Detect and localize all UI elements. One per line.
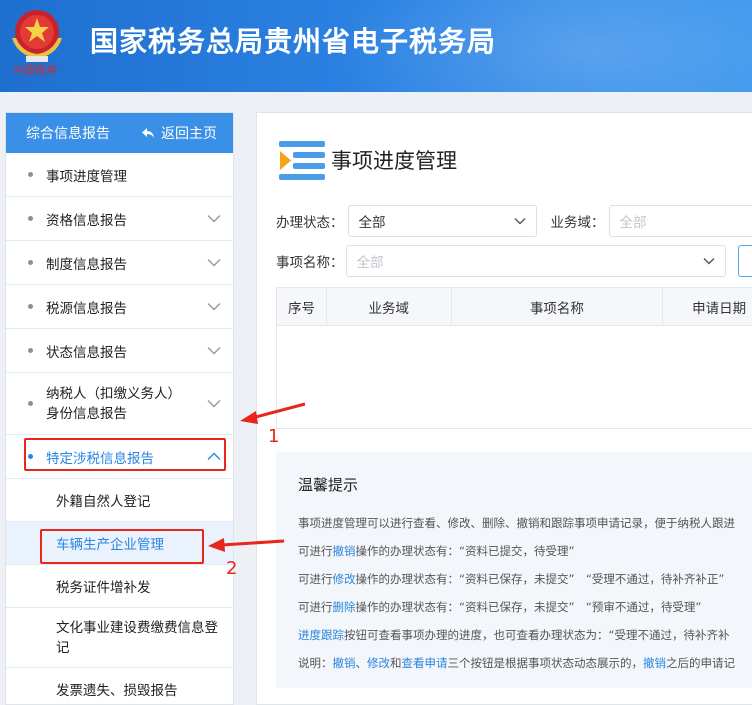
tip-highlight-modify: 修改 <box>332 572 356 586</box>
bullet-icon <box>28 260 33 265</box>
tip-text: 之后的申请记 <box>666 656 735 670</box>
sidebar-item-label: 事项进度管理 <box>46 168 127 185</box>
tip-line: 说明：撤销、修改和查看申请三个按钮是根据事项状态动态展示的，撤销之后的申请记 <box>298 649 752 677</box>
annotation-box-2 <box>40 529 204 564</box>
name-label: 事项名称： <box>276 255 344 271</box>
status-select[interactable]: 全部 <box>347 205 537 237</box>
submenu-item-label: 外籍自然人登记 <box>56 494 151 510</box>
submenu-item-culture-fee[interactable]: 文化事业建设费缴费信息登记 <box>6 608 233 668</box>
column-header[interactable]: 业务域 <box>327 288 452 325</box>
sidebar-item-qualification[interactable]: 资格信息报告 <box>6 197 233 241</box>
tip-text: 可进行 <box>298 544 333 558</box>
tip-line: 可进行撤销操作的办理状态有：“资料已提交，待受理” <box>298 537 752 565</box>
tip-highlight-revoke: 撤销 <box>332 544 356 558</box>
domain-label: 业务域： <box>550 215 605 231</box>
bullet-icon <box>28 401 33 406</box>
tip-text: 操作的办理状态有：“资料已提交，待受理” <box>355 544 575 558</box>
tip-line: 可进行修改操作的办理状态有：“资料已保存，未提交” “受理不通过，待补齐补正” <box>298 565 752 593</box>
tip-line: 进度跟踪按钮可查看事项办理的进度，也可查看办理状态为：“受理不通过，待补齐补 <box>298 621 752 649</box>
tip-highlight-revoke: 撤销 <box>643 656 666 670</box>
tip-text: 事项进度管理可以进行查看、修改、删除、撤销和跟踪事项申请记录，便于纳税人跟进 <box>298 516 735 530</box>
main-panel: 事项进度管理 办理状态： 全部 业务域： 全部 事项名称： 全部 序号 业务域 … <box>256 112 752 705</box>
status-select-value: 全部 <box>358 215 386 231</box>
submenu-item-label: 发票遗失、损毁报告 <box>56 683 178 699</box>
column-header[interactable]: 申请日期 <box>663 288 752 325</box>
chevron-down-icon <box>207 399 221 407</box>
tip-text: 可进行 <box>298 600 333 614</box>
tip-highlight-track: 进度跟踪 <box>298 628 344 642</box>
filter-row-2: 事项名称： 全部 <box>276 245 752 277</box>
sidebar-item-tax-source[interactable]: 税源信息报告 <box>6 285 233 329</box>
domain-select-placeholder: 全部 <box>619 215 647 231</box>
sidebar-section-title: 综合信息报告 <box>26 126 110 142</box>
sidebar-item-identity[interactable]: 纳税人（扣缴义务人）身份信息报告 <box>6 373 233 435</box>
tip-highlight-view: 查看申请 <box>401 656 448 670</box>
tip-text: 说明： <box>298 656 333 670</box>
sidebar-item-label: 状态信息报告 <box>46 344 127 361</box>
sidebar-item-progress[interactable]: 事项进度管理 <box>6 153 233 197</box>
tip-text: 可进行 <box>298 572 333 586</box>
tip-highlight-delete: 删除 <box>332 600 356 614</box>
chevron-down-icon <box>514 218 525 225</box>
results-table: 序号 业务域 事项名称 申请日期 <box>276 287 752 429</box>
sidebar-item-label: 纳税人（扣缴义务人）身份信息报告 <box>46 385 181 422</box>
list-icon <box>279 141 325 180</box>
chevron-down-icon <box>207 258 221 266</box>
domain-select[interactable]: 全部 <box>608 205 752 237</box>
sidebar-item-system[interactable]: 制度信息报告 <box>6 241 233 285</box>
sidebar-item-label: 资格信息报告 <box>46 212 127 229</box>
home-link[interactable]: 返回主页 <box>141 123 217 143</box>
bullet-icon <box>28 216 33 221</box>
tip-text: 操作的办理状态有：“资料已保存，未提交” “预审不通过，待受理” <box>355 600 702 614</box>
table-header: 序号 业务域 事项名称 申请日期 <box>277 288 752 326</box>
tips-title: 温馨提示 <box>298 476 359 494</box>
chevron-down-icon <box>207 214 221 222</box>
status-label: 办理状态： <box>276 215 344 231</box>
submenu-item-label: 税务证件增补发 <box>56 580 151 596</box>
tip-highlight-modify: 修改 <box>367 656 390 670</box>
site-title: 国家税务总局贵州省电子税务局 <box>90 25 497 58</box>
sidebar-header: 综合信息报告 返回主页 <box>6 113 233 153</box>
sidebar-item-label: 税源信息报告 <box>46 300 127 317</box>
chevron-down-icon <box>207 346 221 354</box>
tip-highlight-revoke: 撤销 <box>332 656 356 670</box>
tip-text: 、 <box>355 656 368 670</box>
home-link-label: 返回主页 <box>161 126 217 142</box>
tip-line: 事项进度管理可以进行查看、修改、删除、撤销和跟踪事项申请记录，便于纳税人跟进 <box>298 509 752 537</box>
chevron-down-icon <box>207 302 221 310</box>
emblem-lettering: 中国税务 <box>12 64 56 77</box>
column-header[interactable]: 事项名称 <box>452 288 664 325</box>
sidebar-item-status[interactable]: 状态信息报告 <box>6 329 233 373</box>
tip-text: 按钮可查看事项办理的进度，也可查看办理状态为：“受理不通过，待补齐补 <box>344 628 730 642</box>
filter-row-1: 办理状态： 全部 业务域： 全部 <box>276 205 752 237</box>
sidebar: 综合信息报告 返回主页 事项进度管理 资格信息报告 制度信息报告 税源信息报告 … <box>5 112 234 705</box>
submenu-item-certificate-reissue[interactable]: 税务证件增补发 <box>6 565 233 608</box>
bullet-icon <box>28 172 33 177</box>
tip-text: 操作的办理状态有：“资料已保存，未提交” “受理不通过，待补齐补正” <box>355 572 725 586</box>
page-title: 事项进度管理 <box>331 149 457 173</box>
bullet-icon <box>28 348 33 353</box>
annotation-box-1 <box>24 438 226 471</box>
submenu-item-foreign-person[interactable]: 外籍自然人登记 <box>6 479 233 522</box>
submenu-item-invoice-loss[interactable]: 发票遗失、损毁报告 <box>6 668 233 704</box>
tips-panel: 温馨提示 事项进度管理可以进行查看、修改、删除、撤销和跟踪事项申请记录，便于纳税… <box>276 452 752 688</box>
bullet-icon <box>28 304 33 309</box>
name-select-placeholder: 全部 <box>356 255 384 271</box>
column-header[interactable]: 序号 <box>277 288 327 325</box>
back-arrow-icon <box>142 128 154 138</box>
submenu-item-label: 文化事业建设费缴费信息登记 <box>56 619 218 656</box>
query-button[interactable] <box>737 245 752 277</box>
tip-line: 可进行删除操作的办理状态有：“资料已保存，未提交” “预审不通过，待受理” <box>298 593 752 621</box>
chevron-down-icon <box>703 258 714 265</box>
sidebar-item-label: 制度信息报告 <box>46 256 127 273</box>
name-select[interactable]: 全部 <box>345 245 726 277</box>
tip-text: 和 <box>390 656 402 670</box>
annotation-number-2: 2 <box>226 558 238 579</box>
page-header: 事项进度管理 <box>277 139 457 181</box>
site-header: 中国税务 国家税务总局贵州省电子税务局 <box>0 0 752 92</box>
tip-text: 三个按钮是根据事项状态动态展示的， <box>447 656 644 670</box>
annotation-number-1: 1 <box>268 426 280 447</box>
